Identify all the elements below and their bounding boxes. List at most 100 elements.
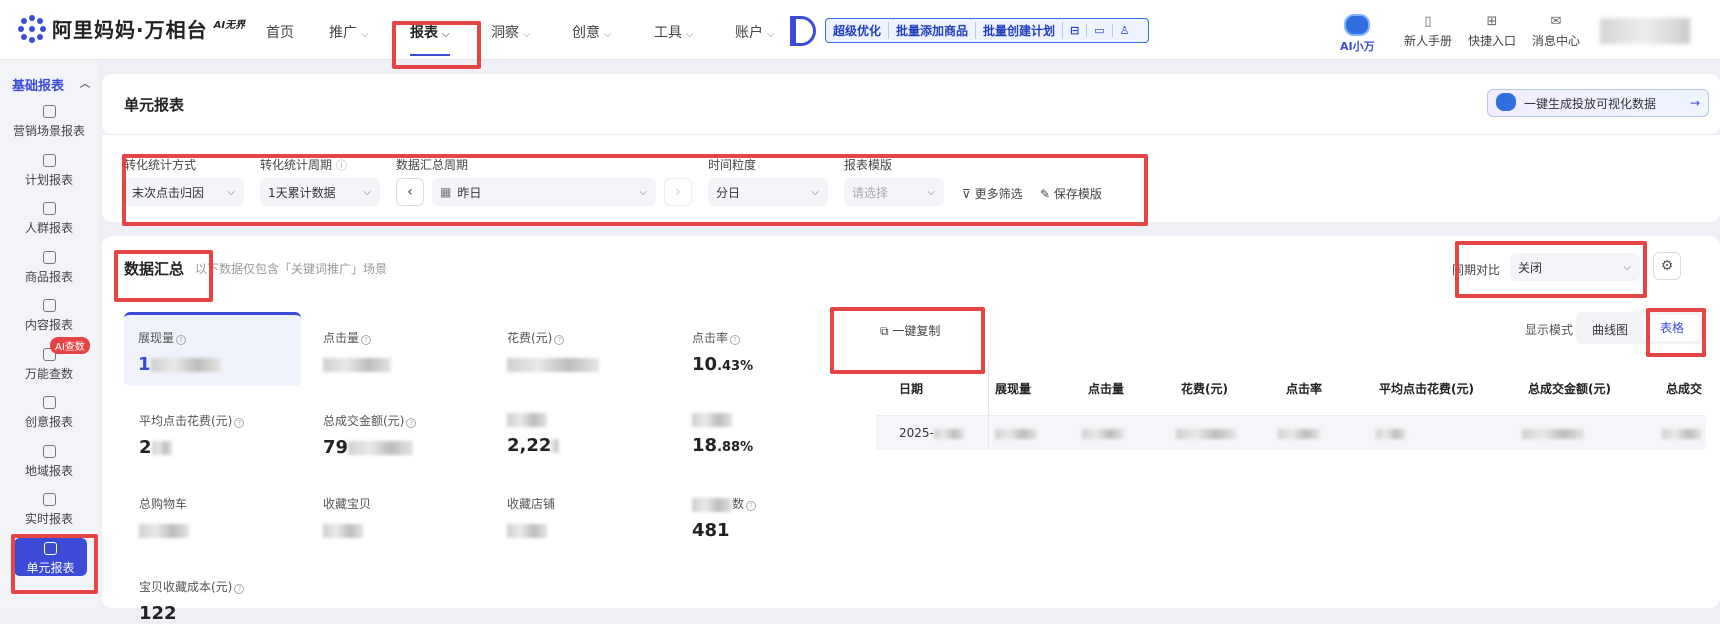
metric-ctr[interactable]: 点击率? 10.43% [692, 329, 852, 375]
next-period-button[interactable]: › [664, 178, 692, 206]
help-icon[interactable]: ? [406, 418, 417, 428]
quick-batch-create-plan[interactable]: 批量创建计划 [976, 22, 1064, 39]
sidebar-item-content[interactable]: 内容报表 [0, 299, 98, 333]
metric-cost[interactable]: 花费(元)? [507, 329, 667, 375]
summary-period-select[interactable]: ▦ 昨日 ⌵ [432, 178, 656, 206]
message-center-button[interactable]: ✉ 消息中心 [1532, 14, 1580, 49]
save-template-button[interactable]: ✎ 保存模版 [1040, 185, 1102, 202]
metric-avg-cpc[interactable]: 平均点击花费(元)? 2 [139, 412, 299, 458]
metric-impressions[interactable]: 展现量? 1 [124, 312, 301, 386]
col-total-orders[interactable]: 总成交 [1666, 380, 1702, 397]
document-icon: ▯ [1424, 14, 1432, 29]
col-impressions[interactable]: 展现量 [995, 380, 1031, 397]
metric-value: 481 [692, 520, 730, 541]
conversion-period-value: 1天累计数据 [268, 185, 336, 200]
report-icon [42, 202, 56, 215]
newbie-manual-button[interactable]: ▯ 新人手册 [1404, 14, 1452, 49]
sidebar-item-realtime[interactable]: 实时报表 [0, 493, 98, 527]
time-granularity-select[interactable]: 分日 ⌵ [708, 178, 828, 206]
chevron-down-icon: ⌵ [227, 186, 235, 198]
col-ctr[interactable]: 点击率 [1286, 380, 1322, 397]
sidebar-item-marketing-scene[interactable]: 营销场景报表 [0, 105, 98, 139]
col-cost[interactable]: 花费(元) [1181, 380, 1228, 397]
redacted-value [1278, 428, 1320, 439]
chat-icon[interactable]: ▭ [1087, 24, 1113, 37]
sidebar-item-creative[interactable]: 创意报表 [0, 396, 98, 430]
nav-tools[interactable]: 工具 ⌵ [654, 22, 694, 42]
report-template-select[interactable]: 请选择 ⌵ [844, 178, 944, 206]
metric-label: 平均点击花费(元) [139, 414, 233, 428]
nav-tools-label: 工具 [654, 25, 682, 41]
gift-icon[interactable]: ⊟ [1063, 24, 1088, 37]
help-icon[interactable]: ? [176, 335, 187, 345]
metric-total-cart[interactable]: 总购物车 [139, 495, 299, 541]
metric-item-favorite-cost[interactable]: 宝贝收藏成本(元)? 122 [139, 578, 299, 624]
nav-creative[interactable]: 创意 ⌵ [572, 22, 612, 42]
help-icon[interactable]: ? [746, 501, 757, 511]
col-date[interactable]: 日期 [899, 380, 923, 397]
mode-tab-chart[interactable]: 曲线图 [1592, 321, 1628, 338]
cell-avg-cpc [1376, 426, 1406, 440]
metric-roi[interactable]: 2,22 [507, 412, 667, 456]
redacted-value [150, 358, 221, 372]
conversion-method-select[interactable]: 末次点击归因 ⌵ [124, 178, 244, 206]
metric-count[interactable]: 数? 481 [692, 495, 852, 541]
account-avatar[interactable] [1600, 18, 1690, 44]
col-avg-cpc[interactable]: 平均点击花费(元) [1379, 380, 1474, 397]
nav-account[interactable]: 账户 ⌵ [735, 22, 775, 42]
mode-tab-table[interactable]: 表格 [1644, 315, 1700, 341]
period-compare-select[interactable]: 关闭 ⌵ [1510, 253, 1640, 281]
quick-entry-button[interactable]: ⊞ 快捷入口 [1468, 14, 1516, 49]
period-compare-label: 同期对比 [1452, 263, 1501, 277]
copy-all-label: 一键复制 [892, 324, 941, 338]
quick-super-optimize[interactable]: 超级优化 [826, 22, 890, 39]
ai-robot-icon [1344, 14, 1371, 36]
metric-conversion-rate[interactable]: 18.88% [692, 412, 852, 456]
copy-all-button[interactable]: ⧉ 一键复制 [880, 322, 940, 339]
help-icon[interactable]: ? [234, 584, 245, 594]
nav-promotion[interactable]: 推广 ⌵ [329, 22, 369, 42]
metric-total-gmv[interactable]: 总成交金额(元)? 79 [323, 412, 483, 458]
sidebar-item-goods[interactable]: 商品报表 [0, 251, 98, 285]
col-total-gmv[interactable]: 总成交金额(元) [1528, 380, 1611, 397]
report-icon [42, 493, 56, 506]
sidebar-item-plan[interactable]: 计划报表 [0, 154, 98, 188]
nav-promotion-label: 推广 [329, 25, 357, 41]
conversion-period-select[interactable]: 1天累计数据 ⌵ [260, 178, 380, 206]
col-clicks[interactable]: 点击量 [1088, 380, 1124, 397]
help-icon[interactable]: ? [361, 335, 372, 345]
chevron-down-icon: ⌵ [811, 186, 819, 198]
help-icon[interactable]: ? [234, 418, 245, 428]
nav-reports[interactable]: 报表 ⌵ [410, 22, 450, 56]
arrow-right-icon: → [1689, 96, 1700, 110]
report-icon [42, 445, 56, 458]
report-icon [42, 251, 56, 264]
sidebar-item-audience[interactable]: 人群报表 [0, 202, 98, 236]
brand-logo[interactable]: 阿里妈妈·万相台 AI无界 [18, 14, 245, 43]
prev-period-button[interactable]: ‹ [396, 178, 424, 206]
metric-item-favorites[interactable]: 收藏宝贝 [323, 495, 483, 541]
help-icon[interactable]: ? [730, 335, 741, 345]
user-icon[interactable]: ♙ [1113, 24, 1137, 37]
chevron-down-icon: ⌵ [361, 29, 369, 40]
d-logo-icon[interactable] [790, 16, 816, 46]
summary-subtitle: 以下数据仅包含「关键词推广」场景 [195, 262, 388, 276]
metric-store-favorites[interactable]: 收藏店铺 [507, 495, 667, 541]
metric-value: 122 [139, 603, 177, 624]
nav-home[interactable]: 首页 [266, 22, 294, 42]
table-row[interactable]: 2025- [876, 416, 1706, 450]
nav-insight[interactable]: 洞察 ⌵ [491, 22, 531, 42]
metric-clicks[interactable]: 点击量? [323, 329, 483, 375]
ai-assistant-button[interactable]: AI小万 [1340, 14, 1375, 54]
newbie-manual-label: 新人手册 [1404, 34, 1453, 48]
help-icon[interactable]: ? [554, 335, 565, 345]
sidebar-item-region[interactable]: 地域报表 [0, 445, 98, 479]
more-filters-button[interactable]: ⊽ 更多筛选 [962, 185, 1023, 202]
sidebar-section-basic-reports[interactable]: 基础报表 ︿ [12, 75, 90, 94]
help-icon[interactable]: ⓘ [336, 159, 347, 172]
sidebar-item-label: 人群报表 [24, 221, 73, 235]
quick-batch-add-goods[interactable]: 批量添加商品 [889, 22, 977, 39]
settings-gear-icon[interactable]: ⚙ [1653, 252, 1681, 280]
sidebar-item-unit[interactable]: 单元报表 [14, 538, 87, 576]
generate-visual-data-button[interactable]: 一键生成投放可视化数据 → [1487, 89, 1709, 117]
